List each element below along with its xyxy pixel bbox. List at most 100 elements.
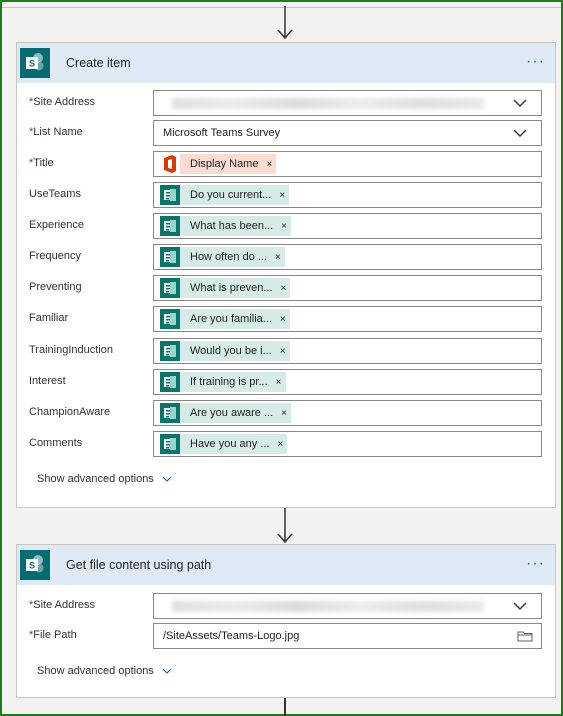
comments-field[interactable]: Have you any ... × (153, 431, 542, 457)
interest-field[interactable]: If training is pr... × (153, 369, 542, 395)
forms-icon (160, 434, 180, 454)
svg-text:S: S (29, 561, 35, 571)
remove-token-button[interactable]: × (276, 377, 282, 388)
chevron-down-icon (162, 668, 172, 674)
forms-icon (160, 216, 180, 236)
show-advanced-options-link[interactable]: Show advanced options (37, 473, 172, 485)
redacted-value (172, 98, 484, 109)
use-teams-label: UseTeams (29, 188, 81, 200)
comments-label: Comments (29, 437, 83, 449)
forms-icon (160, 403, 180, 423)
forms-token[interactable]: Have you any ... × (160, 434, 288, 454)
frequency-row: Frequency How often do ... × (17, 244, 555, 270)
forms-token[interactable]: How often do ... × (160, 247, 285, 267)
more-options-button[interactable]: ··· (526, 53, 545, 71)
sharepoint-icon: S (20, 550, 50, 580)
get-file-content-card: S Get file content using path ··· *Site … (16, 544, 556, 698)
list-name-label: *List Name (29, 126, 83, 138)
forms-token[interactable]: Are you aware ... × (160, 403, 291, 423)
champion-aware-field[interactable]: Are you aware ... × (153, 400, 542, 426)
chevron-down-icon[interactable] (513, 98, 527, 108)
remove-token-button[interactable]: × (279, 190, 285, 201)
comments-row: Comments Have you any ... × (17, 431, 555, 457)
office-icon (160, 154, 180, 174)
chevron-down-icon[interactable] (513, 601, 527, 611)
training-induction-row: TrainingInduction Would you be i... × (17, 338, 555, 364)
site-address-row: *Site Address (17, 90, 555, 116)
preventing-row: Preventing What is preven... × (17, 275, 555, 301)
token-label: How often do ... (190, 251, 268, 263)
create-item-card: S Create item ··· *Site Address *List Na… (16, 42, 556, 508)
preventing-label: Preventing (29, 281, 82, 293)
card-header[interactable]: S Get file content using path ··· (17, 545, 555, 585)
forms-icon (160, 309, 180, 329)
forms-token[interactable]: What is preven... × (160, 278, 291, 298)
familiar-row: Familiar Are you familia... × (17, 306, 555, 332)
preventing-field[interactable]: What is preven... × (153, 275, 542, 301)
remove-token-button[interactable]: × (266, 159, 272, 170)
remove-token-button[interactable]: × (280, 314, 286, 325)
training-induction-field[interactable]: Would you be i... × (153, 338, 542, 364)
familiar-field[interactable]: Are you familia... × (153, 306, 542, 332)
title-label: *Title (29, 157, 54, 169)
forms-icon (160, 247, 180, 267)
card-header[interactable]: S Create item ··· (17, 43, 555, 83)
champion-aware-row: ChampionAware Are you aware ... × (17, 400, 555, 426)
title-field[interactable]: Display Name × (153, 151, 542, 177)
experience-row: Experience What has been... × (17, 213, 555, 239)
connector-line (284, 698, 286, 716)
forms-token[interactable]: Do you current... × (160, 185, 290, 205)
arrow-down-icon (276, 6, 294, 40)
champion-aware-label: ChampionAware (29, 406, 111, 418)
token-label: Have you any ... (190, 438, 270, 450)
familiar-label: Familiar (29, 312, 69, 324)
remove-token-button[interactable]: × (281, 408, 287, 419)
show-advanced-options-label: Show advanced options (37, 473, 154, 485)
interest-row: Interest If training is pr... × (17, 369, 555, 395)
forms-token[interactable]: Are you familia... × (160, 309, 290, 329)
token-label: Do you current... (190, 189, 272, 201)
token-label: Are you familia... (190, 313, 272, 325)
forms-token[interactable]: If training is pr... × (160, 372, 286, 392)
sharepoint-icon: S (20, 48, 50, 78)
token-label: Would you be i... (190, 345, 272, 357)
token-label: Display Name (190, 158, 259, 170)
use-teams-row: UseTeams Do you current... × (17, 182, 555, 208)
forms-icon (160, 278, 180, 298)
site-address-dropdown[interactable] (153, 593, 542, 619)
file-path-label: *File Path (29, 629, 77, 641)
site-address-row: *Site Address (17, 593, 555, 619)
forms-icon (160, 185, 180, 205)
show-advanced-options-link[interactable]: Show advanced options (37, 665, 172, 677)
more-options-button[interactable]: ··· (526, 555, 545, 573)
interest-label: Interest (29, 375, 66, 387)
site-address-label: *Site Address (29, 599, 96, 611)
use-teams-field[interactable]: Do you current... × (153, 182, 542, 208)
training-induction-label: TrainingInduction (29, 344, 113, 356)
display-name-token[interactable]: Display Name × (160, 154, 277, 174)
title-row: *Title Display Name × (17, 151, 555, 177)
folder-icon[interactable] (517, 630, 533, 642)
forms-token[interactable]: Would you be i... × (160, 341, 290, 361)
remove-token-button[interactable]: × (275, 252, 281, 263)
remove-token-button[interactable]: × (281, 221, 287, 232)
experience-label: Experience (29, 219, 85, 231)
file-path-input[interactable]: /SiteAssets/Teams-Logo.jpg (153, 623, 542, 649)
forms-icon (160, 372, 180, 392)
arrow-down-icon (276, 508, 294, 544)
site-address-dropdown[interactable] (153, 90, 542, 116)
remove-token-button[interactable]: × (280, 346, 286, 357)
site-address-label: *Site Address (29, 96, 96, 108)
experience-field[interactable]: What has been... × (153, 213, 542, 239)
remove-token-button[interactable]: × (278, 439, 284, 450)
show-advanced-options-label: Show advanced options (37, 665, 154, 677)
remove-token-button[interactable]: × (281, 283, 287, 294)
redacted-value (172, 601, 484, 612)
chevron-down-icon[interactable] (513, 128, 527, 138)
frequency-field[interactable]: How often do ... × (153, 244, 542, 270)
token-label: What is preven... (190, 282, 273, 294)
file-path-row: *File Path /SiteAssets/Teams-Logo.jpg (17, 623, 555, 649)
list-name-dropdown[interactable]: Microsoft Teams Survey (153, 120, 542, 146)
forms-token[interactable]: What has been... × (160, 216, 292, 236)
forms-icon (160, 341, 180, 361)
